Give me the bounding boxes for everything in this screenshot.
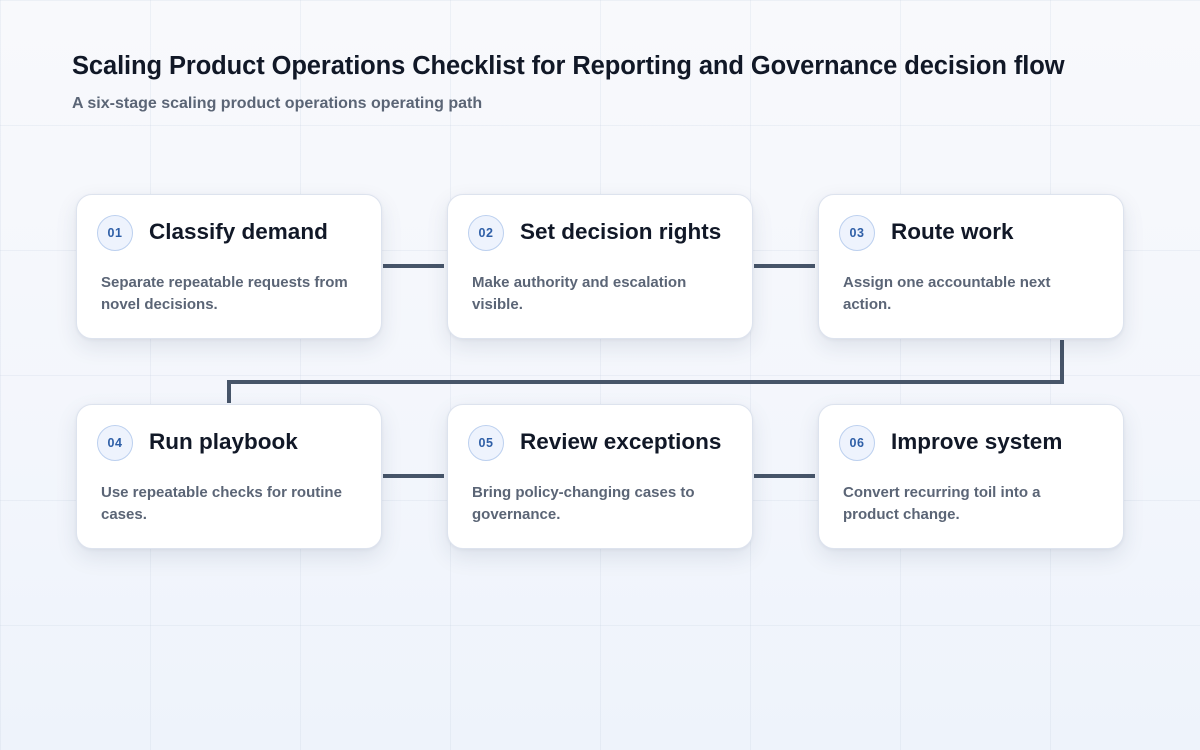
step-description: Bring policy-changing cases to governanc…: [472, 484, 695, 523]
step-description: Separate repeatable requests from novel …: [101, 274, 348, 313]
flow-connectors: [227, 264, 1064, 478]
step-description: Assign one accountable next action.: [843, 274, 1051, 313]
step-card-05: 05 Review exceptions Bring policy-changi…: [447, 404, 753, 549]
step-card-02: 02 Set decision rights Make authority an…: [447, 194, 753, 339]
step-card-04: 04 Run playbook Use repeatable checks fo…: [76, 404, 382, 549]
step-number-badge: 04: [97, 425, 133, 461]
step-number-badge: 03: [839, 215, 875, 251]
step-card-01: 01 Classify demand Separate repeatable r…: [76, 194, 382, 339]
step-description: Convert recurring toil into a product ch…: [843, 484, 1041, 523]
step-description: Use repeatable checks for routine cases.: [101, 484, 342, 523]
step-title: Route work: [891, 219, 1014, 244]
step-title: Classify demand: [149, 219, 328, 244]
step-title: Set decision rights: [520, 219, 722, 244]
step-number-badge: 06: [839, 425, 875, 461]
step-card-03: 03 Route work Assign one accountable nex…: [818, 194, 1124, 339]
step-title: Improve system: [891, 429, 1063, 454]
step-number-badge: 01: [97, 215, 133, 251]
connector-03-04: [227, 340, 1064, 403]
step-number-badge: 05: [468, 425, 504, 461]
step-card-06: 06 Improve system Convert recurring toil…: [818, 404, 1124, 549]
step-description: Make authority and escalation visible.: [472, 274, 687, 313]
step-title: Run playbook: [149, 429, 298, 454]
step-number-badge: 02: [468, 215, 504, 251]
step-title: Review exceptions: [520, 429, 722, 454]
